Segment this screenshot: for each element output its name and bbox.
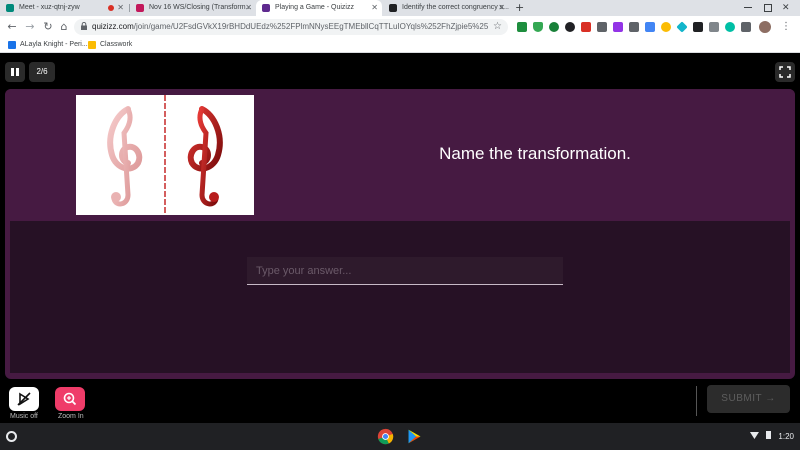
tab-meet[interactable]: Meet - xuz-qtnj-zyw ✕ <box>0 0 128 16</box>
battery-icon <box>766 431 772 439</box>
reload-icon[interactable]: ↻ <box>40 19 56 35</box>
brainly-icon <box>389 4 397 12</box>
question-card: Name the transformation. <box>5 89 795 379</box>
pause-button[interactable] <box>5 62 25 82</box>
bookmark-classwork[interactable]: Classwork <box>88 38 132 52</box>
pause-icon-bar-left <box>11 68 14 76</box>
url-text: quizizz.com/join/game/U2FsdGVkX19rBHDdUE… <box>92 22 488 31</box>
extension-grid-icon[interactable] <box>597 22 607 32</box>
tab-title: Meet - xuz-qtnj-zyw <box>19 4 80 11</box>
quizizz-game: 2/6 Name the transformation. Type your a… <box>0 54 800 423</box>
extension-green-icon[interactable] <box>517 22 527 32</box>
address-bar[interactable]: quizizz.com/join/game/U2FsdGVkX19rBHDdUE… <box>74 19 508 35</box>
meet-icon <box>6 4 14 12</box>
fullscreen-icon <box>779 66 791 78</box>
submit-button[interactable]: SUBMIT → <box>707 385 790 413</box>
extension-blue-icon[interactable] <box>645 22 655 32</box>
bookmark-label: ALayla Knight - Peri... <box>20 41 88 48</box>
bookmark-doc-icon <box>8 41 16 49</box>
tab-quizizz[interactable]: Playing a Game - Quizizz ✕ <box>256 0 382 16</box>
question-header: Name the transformation. <box>5 89 795 221</box>
tab-title: Identify the correct congruency s... <box>402 4 509 11</box>
faded-clef-icon <box>107 106 143 207</box>
extension-puzzle-icon[interactable] <box>741 22 751 32</box>
zoom-in-label: Zoom In <box>58 413 84 420</box>
profile-avatar[interactable] <box>759 21 771 33</box>
maximize-icon[interactable] <box>764 4 772 12</box>
bookmarks-bar: ALayla Knight - Peri... Classwork <box>0 38 800 53</box>
close-tab-icon[interactable]: ✕ <box>371 0 378 16</box>
new-tab-button[interactable]: + <box>515 0 524 16</box>
answer-input[interactable] <box>247 257 563 285</box>
music-off-label: Music off <box>10 413 38 420</box>
submit-label: SUBMIT <box>721 393 762 404</box>
browser-toolbar: ← → ↻ ⌂ quizizz.com/join/game/U2FsdGVkX1… <box>0 16 800 38</box>
extension-wolf-icon[interactable] <box>565 22 575 32</box>
question-image <box>76 95 254 215</box>
tab-title: Playing a Game - Quizizz <box>275 4 354 11</box>
arrow-right-icon: → <box>765 393 776 404</box>
lock-icon <box>81 22 87 30</box>
bookmark-star-icon[interactable]: ☆ <box>493 19 502 35</box>
classroom-icon <box>88 41 96 49</box>
play-store-icon[interactable] <box>406 428 423 445</box>
bookmark-layla-knight[interactable]: ALayla Knight - Peri... <box>8 38 88 52</box>
document-icon <box>136 4 144 12</box>
extension-red-icon[interactable] <box>581 22 591 32</box>
footer-divider <box>696 386 697 416</box>
tab-closing-doc[interactable]: Nov 16 WS/Closing (Transform... ✕ <box>130 0 256 16</box>
menu-dots-icon[interactable]: ⋮ <box>781 19 791 35</box>
home-icon[interactable]: ⌂ <box>56 19 72 35</box>
extension-teal-icon[interactable] <box>725 22 735 32</box>
extension-sun-icon[interactable] <box>661 22 671 32</box>
zoom-in-button[interactable] <box>55 387 85 411</box>
clock: 1:20 <box>778 432 794 441</box>
question-text: Name the transformation. <box>439 144 631 163</box>
zoom-in-icon <box>63 392 77 406</box>
fullscreen-button[interactable] <box>775 62 795 82</box>
extension-chat-icon[interactable] <box>709 22 719 32</box>
os-shelf: 1:20 <box>0 423 800 450</box>
close-tab-icon[interactable]: ✕ <box>245 0 252 16</box>
extension-d-icon[interactable] <box>693 22 703 32</box>
treble-clef-reflection-image <box>107 95 223 215</box>
extension-shield-icon[interactable] <box>533 22 543 32</box>
launcher-icon[interactable] <box>6 431 17 442</box>
red-clef-icon <box>187 106 223 207</box>
extension-purple-icon[interactable] <box>613 22 623 32</box>
forward-icon[interactable]: → <box>22 19 38 35</box>
bookmark-label: Classwork <box>100 41 133 48</box>
recording-icon <box>108 5 114 11</box>
status-tray[interactable]: 1:20 <box>749 429 794 444</box>
chrome-icon[interactable] <box>377 428 394 445</box>
extension-pen-icon[interactable] <box>629 22 639 32</box>
extension-diamond-icon[interactable] <box>676 21 688 33</box>
close-tab-icon[interactable]: ✕ <box>498 0 505 16</box>
wifi-icon <box>749 432 759 439</box>
close-window-icon[interactable]: ✕ <box>782 0 790 16</box>
pause-icon-bar-right <box>16 68 19 76</box>
close-tab-icon[interactable]: ✕ <box>117 0 124 16</box>
answer-area <box>10 221 790 373</box>
tab-title: Nov 16 WS/Closing (Transform... <box>149 4 252 11</box>
back-icon[interactable]: ← <box>4 19 20 35</box>
quizizz-icon <box>262 4 270 12</box>
tab-strip: Meet - xuz-qtnj-zyw ✕ Nov 16 WS/Closing … <box>0 0 800 16</box>
extension-circle-icon[interactable] <box>549 22 559 32</box>
question-counter: 2/6 <box>29 62 55 82</box>
music-toggle-button[interactable] <box>9 387 39 411</box>
tab-congruency[interactable]: Identify the correct congruency s... ✕ <box>383 0 509 16</box>
minimize-icon[interactable] <box>744 7 752 8</box>
music-off-icon <box>17 392 31 406</box>
